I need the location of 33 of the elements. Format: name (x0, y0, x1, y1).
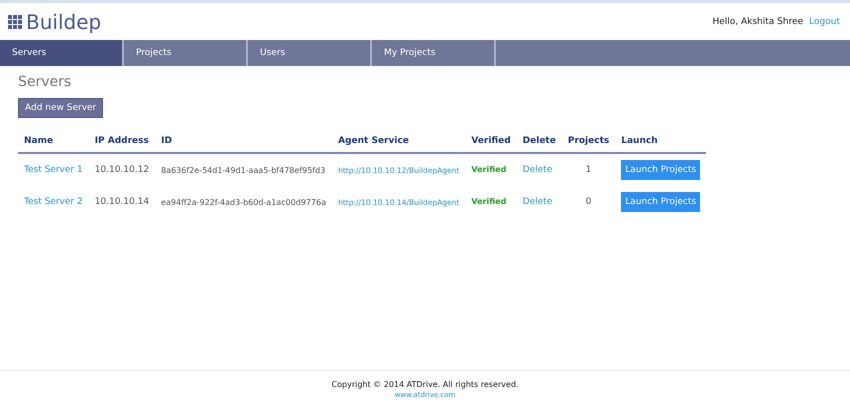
column-header: Delete (516, 130, 562, 153)
server-name-link[interactable]: Test Server 1 (24, 165, 83, 175)
table-cell: 1 (562, 153, 616, 186)
column-header: Name (18, 130, 89, 153)
verified-status: Verified (471, 165, 506, 174)
user-greeting: Hello, Akshita Shree (712, 16, 804, 26)
delete-link[interactable]: Delete (522, 197, 552, 207)
launch-projects-button[interactable]: Launch Projects (621, 192, 700, 212)
table-cell-text: ea94ff2a-922f-4ad3-b60d-a1ac00d9776a (160, 196, 328, 208)
nav-tab[interactable]: Projects (124, 40, 248, 66)
delete-link[interactable]: Delete (522, 165, 552, 175)
brand-name: Buildep (26, 10, 102, 34)
logo-icon (8, 14, 23, 28)
nav-tab[interactable]: Users (248, 40, 372, 66)
column-header: Verified (465, 130, 517, 153)
column-header: IP Address (88, 130, 156, 153)
launch-projects-button[interactable]: Launch Projects (621, 160, 700, 180)
column-header: ID (155, 130, 332, 153)
copyright-text: Copyright © 2014 ATDrive. All rights reserved. (332, 380, 518, 389)
verified-status: Verified (471, 197, 506, 206)
table-cell: 10.10.10.12 (88, 153, 156, 186)
table-cell-text: 10.10.10.14 (94, 196, 150, 209)
add-server-button[interactable]: Add new Server (18, 98, 104, 118)
nav-tab[interactable]: Servers (0, 40, 124, 66)
page-title: Servers (18, 74, 72, 90)
table-cell: 8a636f2e-54d1-49d1-aaa5-bf478ef95fd3 (155, 153, 332, 186)
column-header: Projects (562, 130, 616, 153)
nav-tab[interactable]: My Projects (372, 40, 496, 66)
column-header: Launch (615, 130, 706, 153)
column-header: Agent Service (332, 130, 466, 153)
server-name-link[interactable]: Test Server 2 (24, 197, 83, 207)
logout-link[interactable]: Logout (809, 16, 840, 26)
table-cell-text: 0 (584, 196, 592, 209)
